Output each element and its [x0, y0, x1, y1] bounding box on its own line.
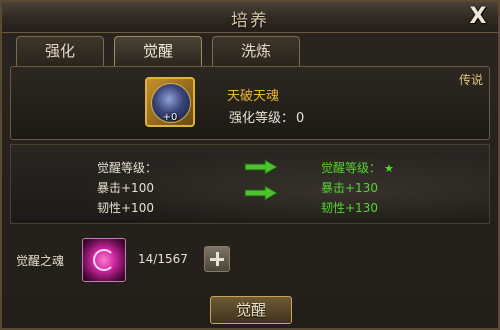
awaken-button[interactable]: 觉醒 [210, 296, 292, 324]
arrow-right-icon [243, 185, 279, 201]
close-button[interactable]: X [466, 5, 490, 29]
current-crit-stat: 暴击+100 [97, 181, 154, 195]
item-name: 天破天魂 [227, 89, 280, 104]
arrow-right-icon [243, 159, 279, 175]
item-plus-level: +0 [162, 112, 178, 123]
stats-panel: 觉醒等级： 暴击+100 韧性+100 觉醒等级： ★ 暴击+130 韧性+130 [10, 144, 490, 224]
item-panel: 传说 +0 天破天魂 强化等级： 0 [10, 66, 490, 140]
add-button[interactable] [204, 246, 230, 272]
next-awaken-level: 觉醒等级： ★ [321, 159, 394, 176]
soul-swirl [93, 249, 115, 271]
star-icon: ★ [384, 162, 394, 175]
rarity-badge: 传说 [458, 73, 483, 87]
train-window: 培养 X 强化 觉醒 洗炼 传说 +0 天破天魂 强化等级： 0 觉醒等级： 暴击… [0, 0, 500, 330]
next-crit-stat: 暴击+130 [321, 181, 378, 195]
tab-enhance[interactable]: 强化 [16, 36, 104, 66]
current-awaken-level-label: 觉醒等级： [97, 161, 158, 175]
enhance-level: 强化等级： 0 [227, 107, 304, 126]
enhance-label: 强化等级： [229, 111, 295, 126]
title-bar: 培养 X [2, 2, 498, 33]
next-awaken-level-label: 觉醒等级： [321, 161, 382, 175]
awakening-soul-icon[interactable] [82, 238, 126, 282]
soul-count: 14/1567 [138, 252, 188, 266]
enhance-value: 0 [296, 111, 305, 126]
soul-label: 觉醒之魂 [16, 254, 65, 268]
tab-refine[interactable]: 洗炼 [212, 36, 300, 66]
item-slot[interactable]: +0 [145, 77, 195, 127]
next-toughness-stat: 韧性+130 [321, 201, 378, 215]
tab-awaken[interactable]: 觉醒 [114, 36, 202, 66]
current-toughness-stat: 韧性+100 [97, 201, 154, 215]
window-title: 培养 [231, 11, 269, 31]
